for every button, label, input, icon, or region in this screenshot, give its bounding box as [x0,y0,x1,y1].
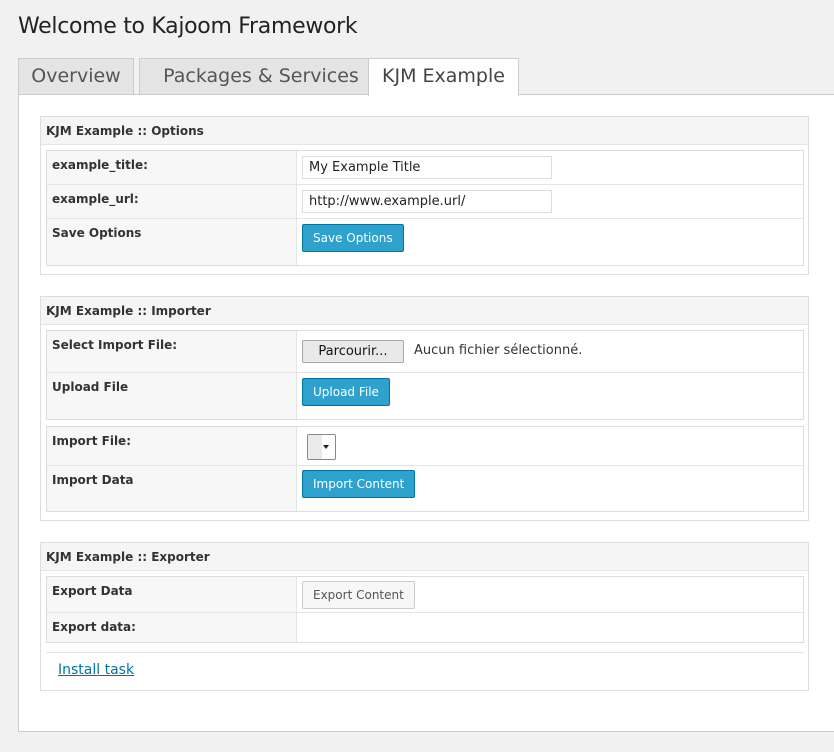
form-row-example-url: example_url: [47,185,803,219]
export-data-output-value [302,613,803,642]
tab-packages-services[interactable]: Packages & Services [139,58,383,95]
exporter-header: KJM Example :: Exporter [41,543,808,571]
exporter-postbox: KJM Example :: Exporter Export Data Expo… [40,542,809,691]
tab-overview[interactable]: Overview [18,58,134,95]
example-title-input[interactable] [302,156,552,179]
select-import-file-label: Select Import File: [47,331,297,372]
tab-kjm-example[interactable]: KJM Example [368,58,519,96]
form-row-import-file: Import File: [47,427,803,466]
example-title-label: example_title: [47,151,297,184]
save-options-button[interactable]: Save Options [302,224,404,252]
upload-file-button[interactable]: Upload File [302,378,390,406]
options-form: example_title: example_url: Save Options… [46,150,804,266]
export-content-button[interactable]: Export Content [302,581,415,609]
export-data-output-label: Export data: [47,613,297,642]
divider [46,652,804,653]
exporter-form: Export Data Export Content Export data: [46,576,804,643]
importer-header: KJM Example :: Importer [41,297,808,325]
upload-file-label: Upload File [47,373,297,419]
save-options-label: Save Options [47,219,297,265]
form-row-select-import-file: Select Import File: Parcourir... Aucun f… [47,331,803,373]
importer-postbox: KJM Example :: Importer Select Import Fi… [40,296,809,521]
importer-import-form: Import File: Import Data Import Content [46,426,804,512]
form-row-example-title: example_title: [47,151,803,185]
importer-upload-form: Select Import File: Parcourir... Aucun f… [46,330,804,420]
export-data-label: Export Data [47,577,297,612]
page-title: Welcome to Kajoom Framework [18,14,358,39]
import-data-label: Import Data [47,466,297,511]
import-file-select[interactable] [307,434,336,460]
options-header: KJM Example :: Options [41,117,808,145]
browse-file-button[interactable]: Parcourir... [302,340,404,363]
form-row-export-data: Export Data Export Content [47,577,803,613]
form-row-export-data-output: Export data: [47,613,803,642]
import-content-button[interactable]: Import Content [302,470,416,498]
tab-content-panel: KJM Example :: Options example_title: ex… [18,94,834,732]
install-task-link[interactable]: Install task [58,662,134,678]
form-row-import-data: Import Data Import Content [47,466,803,511]
chevron-down-icon [323,445,329,449]
form-row-save-options: Save Options Save Options [47,219,803,265]
file-status-text: Aucun fichier sélectionné. [414,343,583,358]
form-row-upload-file: Upload File Upload File [47,373,803,419]
example-url-input[interactable] [302,190,552,213]
import-file-label: Import File: [47,427,297,465]
example-url-label: example_url: [47,185,297,218]
options-postbox: KJM Example :: Options example_title: ex… [40,116,809,275]
